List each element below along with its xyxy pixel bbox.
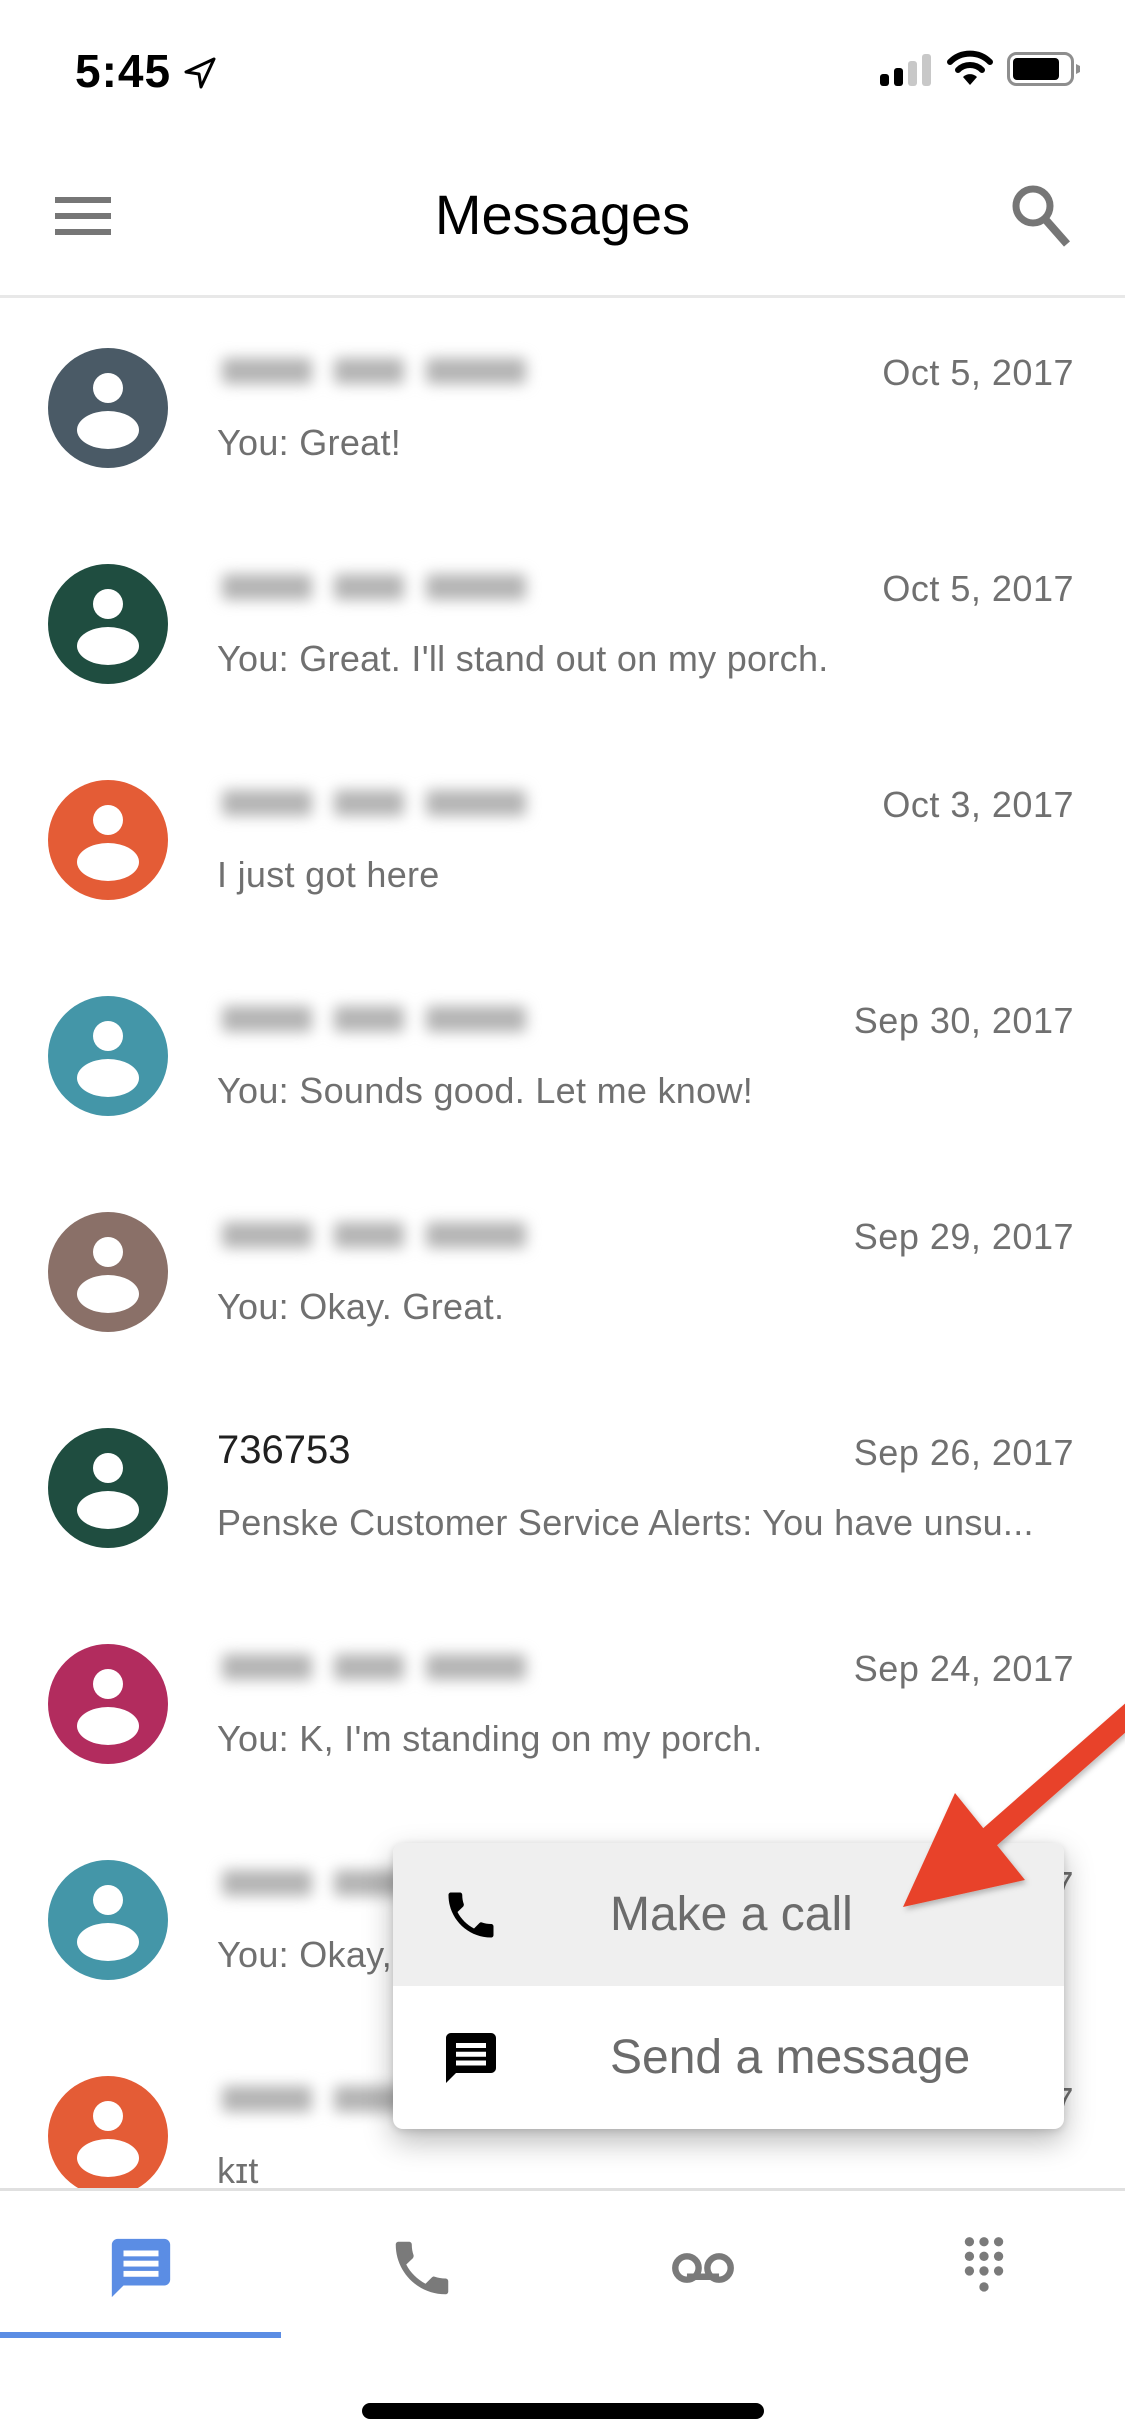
message-preview: Penske Customer Service Alerts: You have… (217, 1502, 1034, 1543)
avatar (48, 1212, 168, 1332)
dialpad-icon (964, 2237, 1003, 2292)
avatar (48, 564, 168, 684)
message-icon (446, 2033, 496, 2083)
contact-name-redacted (222, 1654, 526, 1686)
avatar (48, 348, 168, 468)
conversation-date: Oct 3, 2017 (882, 784, 1074, 825)
avatar (48, 780, 168, 900)
avatar (48, 2076, 168, 2188)
message-preview: kɪt (217, 2150, 259, 2188)
person-icon (48, 996, 168, 1116)
conversation-date: Oct 5, 2017 (882, 352, 1074, 393)
conversation-row[interactable]: Sep 29, 2017 You: Okay. Great. (0, 1164, 1125, 1380)
avatar (48, 1428, 168, 1548)
contact-action-menu: Make a call Send a message (393, 1843, 1064, 2129)
conversation-date: Oct 5, 2017 (882, 568, 1074, 609)
person-icon (48, 780, 168, 900)
person-icon (48, 1644, 168, 1764)
make-call-label: Make a call (610, 1888, 853, 1941)
tab-voicemail[interactable] (562, 2191, 843, 2336)
message-preview: You: Great. I'll stand out on my porch. (217, 638, 829, 679)
person-icon (48, 2076, 168, 2188)
conversation-row[interactable]: Oct 3, 2017 I just got here (0, 732, 1125, 948)
conversation-date: Sep 30, 2017 (853, 1000, 1074, 1041)
phone-icon (395, 2241, 448, 2295)
message-preview: You: Okay, (217, 1934, 393, 1975)
tab-messages[interactable] (0, 2191, 281, 2336)
message-preview: I just got here (217, 854, 440, 895)
conversation-row[interactable]: 736753 Sep 26, 2017 Penske Customer Serv… (0, 1380, 1125, 1596)
contact-name-redacted (222, 790, 526, 822)
status-bar: 5:45 (0, 0, 1125, 130)
contact-name: 736753 (217, 1428, 351, 1472)
wifi-icon (947, 50, 993, 85)
contact-name-redacted (222, 1222, 526, 1254)
page-title: Messages (434, 183, 691, 246)
signal-strength-icon (880, 54, 931, 86)
message-preview: You: Okay. Great. (217, 1286, 505, 1327)
message-preview: You: K, I'm standing on my porch. (217, 1718, 763, 1759)
contact-name-redacted (222, 574, 526, 606)
send-message-menu-item[interactable]: Send a message (393, 1986, 1064, 2129)
home-indicator[interactable] (362, 2403, 764, 2419)
phone-icon (448, 1892, 494, 1938)
location-arrow-icon (184, 57, 216, 89)
send-message-label: Send a message (610, 2031, 971, 2084)
message-preview: You: Great! (217, 422, 402, 463)
person-icon (48, 1428, 168, 1548)
person-icon (48, 564, 168, 684)
voicemail-icon (671, 2253, 734, 2283)
active-tab-indicator (0, 2332, 281, 2338)
tab-dialpad[interactable] (843, 2191, 1124, 2336)
conversation-date: Sep 26, 2017 (853, 1432, 1074, 1473)
conversation-date: Sep 24, 2017 (853, 1648, 1074, 1689)
status-time: 5:45 (75, 45, 172, 97)
contact-name-redacted (222, 358, 526, 390)
tab-calls[interactable] (281, 2191, 562, 2336)
avatar (48, 1860, 168, 1980)
avatar (48, 1644, 168, 1764)
search-icon[interactable] (1005, 180, 1075, 250)
battery-icon (1007, 52, 1080, 86)
conversation-row[interactable]: Sep 24, 2017 You: K, I'm standing on my … (0, 1596, 1125, 1812)
avatar (48, 996, 168, 1116)
person-icon (48, 348, 168, 468)
person-icon (48, 1212, 168, 1332)
person-icon (48, 1860, 168, 1980)
make-call-menu-item[interactable]: Make a call (393, 1843, 1064, 1986)
bottom-tab-bar (0, 2188, 1125, 2436)
conversation-row[interactable]: Oct 5, 2017 You: Great. I'll stand out o… (0, 516, 1125, 732)
message-icon (111, 2238, 170, 2298)
app-header: Messages (0, 130, 1125, 298)
conversation-row[interactable]: Oct 5, 2017 You: Great! (0, 300, 1125, 516)
contact-name-redacted (222, 1006, 526, 1038)
conversation-row[interactable]: Sep 30, 2017 You: Sounds good. Let me kn… (0, 948, 1125, 1164)
message-preview: You: Sounds good. Let me know! (217, 1070, 754, 1111)
conversation-date: Sep 29, 2017 (853, 1216, 1074, 1257)
